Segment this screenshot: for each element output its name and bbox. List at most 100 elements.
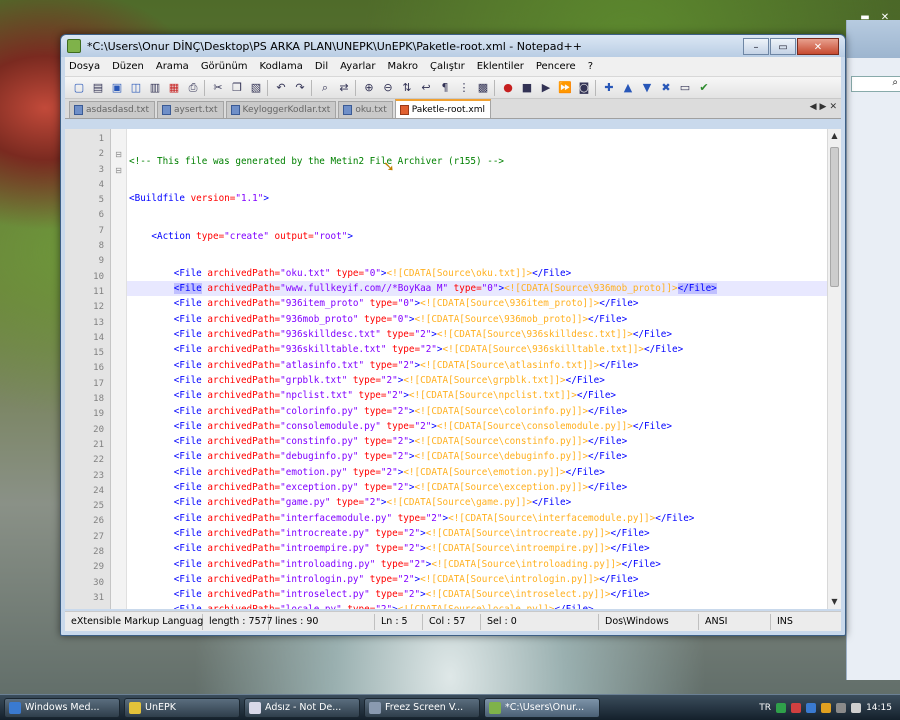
copy-icon[interactable]: ❐	[229, 80, 245, 96]
cut-icon[interactable]: ✂	[210, 80, 226, 96]
tab-paketle-root[interactable]: Paketle-root.xml	[394, 99, 492, 118]
clock[interactable]: 14:15	[866, 703, 892, 713]
xml-tag: <File	[173, 329, 202, 341]
minimize-button[interactable]: –	[743, 37, 769, 55]
mouse-cursor-icon: ➘	[383, 159, 395, 175]
menu-dosya[interactable]: Dosya	[69, 61, 100, 72]
menu-ayarlar[interactable]: Ayarlar	[340, 61, 375, 72]
fold-collapse-icon[interactable]: ⊟	[111, 163, 126, 178]
xml-tag: <File	[173, 512, 202, 524]
language-icon[interactable]: ▩	[475, 80, 491, 96]
xml-attr: type=	[347, 374, 381, 386]
title-bar[interactable]: *C:\Users\Onur DİNÇ\Desktop\PS ARKA PLAN…	[61, 35, 845, 57]
xml-value: "2"	[414, 329, 432, 341]
taskbar-item-unepk[interactable]: UnEPK	[124, 697, 240, 718]
close-button[interactable]: ✕	[797, 37, 839, 55]
tray-app-icon[interactable]	[791, 702, 802, 713]
taskbar-item-notepadpp[interactable]: *C:\Users\Onur...	[484, 697, 600, 718]
sync-scroll-icon[interactable]: ⇅	[399, 80, 415, 96]
tray-app-icon[interactable]	[806, 702, 817, 713]
zoom-out-icon[interactable]: ⊖	[380, 80, 396, 96]
tab-scroll-right-icon[interactable]: ▶	[820, 102, 827, 112]
close-file-icon[interactable]: ▥	[147, 80, 163, 96]
indent-guide-icon[interactable]: ⋮	[456, 80, 472, 96]
undo-icon[interactable]: ↶	[273, 80, 289, 96]
show-all-chars-icon[interactable]: ¶	[437, 80, 453, 96]
move-down-icon[interactable]: ▼	[639, 80, 655, 96]
print-icon[interactable]: ⎙	[185, 80, 201, 96]
tab-aysert[interactable]: aysert.txt	[157, 101, 224, 118]
editor-area[interactable]: 1 2 3 4 5 6 7 8 9 10 11 12 13 14 15 16 17 18 19 20 21 22 23 24 2…	[65, 129, 841, 609]
menu-kodlama[interactable]: Kodlama	[260, 61, 303, 72]
menu-makro[interactable]: Makro	[387, 61, 418, 72]
xml-value: "consolemodule.py"	[280, 420, 381, 432]
menu-gorunum[interactable]: Görünüm	[201, 61, 248, 72]
tab-close-icon[interactable]: ✕	[829, 102, 837, 112]
xml-attr: type=	[190, 230, 225, 242]
xml-attr: archivedPath=	[201, 482, 281, 494]
xml-tag: <File	[173, 390, 202, 402]
menu-calistir[interactable]: Çalıştır	[430, 61, 465, 72]
taskbar-item-freez[interactable]: Freez Screen V...	[364, 697, 480, 718]
network-icon[interactable]	[836, 702, 847, 713]
toolbar: ▢ ▤ ▣ ◫ ▥ ▦ ⎙ ✂ ❐ ▧ ↶ ↷ ⌕ ⇄ ⊕ ⊖ ⇅ ↩ ¶ ⋮ …	[65, 77, 841, 99]
xml-value: "intrologin.py"	[280, 573, 365, 585]
spell-check-icon[interactable]: ✔	[696, 80, 712, 96]
language-indicator[interactable]: TR	[759, 703, 771, 713]
record-macro-icon[interactable]: ●	[500, 80, 516, 96]
tidy-icon[interactable]: ✖	[658, 80, 674, 96]
tab-scroll-left-icon[interactable]: ◀	[810, 102, 817, 112]
line-number: 6	[98, 210, 104, 221]
word-wrap-icon[interactable]: ↩	[418, 80, 434, 96]
xml-value: "2"	[425, 512, 443, 524]
run-macro-multiple-icon[interactable]: ⏩	[557, 80, 573, 96]
fold-collapse-icon[interactable]: ⊟	[111, 147, 126, 162]
menu-arama[interactable]: Arama	[156, 61, 189, 72]
tab-oku[interactable]: oku.txt	[338, 101, 393, 118]
plugin-icon[interactable]: ✚	[601, 80, 617, 96]
save-all-icon[interactable]: ◫	[128, 80, 144, 96]
move-up-icon[interactable]: ▲	[620, 80, 636, 96]
paste-icon[interactable]: ▧	[248, 80, 264, 96]
volume-icon[interactable]	[851, 702, 862, 713]
tray-app-icon[interactable]	[776, 702, 787, 713]
fold-margin[interactable]: ⊟ ⊟	[111, 129, 127, 609]
bg-close-icon[interactable]: ✕	[878, 12, 892, 24]
save-icon[interactable]: ▣	[109, 80, 125, 96]
replace-icon[interactable]: ⇄	[336, 80, 352, 96]
tray-app-icon[interactable]	[821, 702, 832, 713]
save-macro-icon[interactable]: ◙	[576, 80, 592, 96]
scroll-thumb[interactable]	[830, 147, 839, 287]
new-file-icon[interactable]: ▢	[71, 80, 87, 96]
scroll-up-icon[interactable]: ▲	[828, 129, 841, 143]
background-search-icon[interactable]: ⌕	[851, 76, 900, 92]
xml-tag: </File>	[599, 359, 639, 371]
close-all-icon[interactable]: ▦	[166, 80, 182, 96]
folder-icon[interactable]: ▭	[677, 80, 693, 96]
taskbar-item-windows-media[interactable]: Windows Med...	[4, 697, 120, 718]
scroll-down-icon[interactable]: ▼	[828, 595, 841, 609]
taskbar-item-notepad[interactable]: Adsız - Not De...	[244, 697, 360, 718]
xml-tag: </File>	[621, 558, 661, 570]
bg-minimize-icon[interactable]: ▬	[858, 12, 872, 24]
stop-macro-icon[interactable]: ■	[519, 80, 535, 96]
menu-dil[interactable]: Dil	[315, 61, 328, 72]
code-text[interactable]: <!-- This file was generated by the Meti…	[127, 129, 827, 609]
maximize-button[interactable]: ▭	[770, 37, 796, 55]
xml-attr: archivedPath=	[201, 512, 281, 524]
menu-pencere[interactable]: Pencere	[536, 61, 576, 72]
zoom-in-icon[interactable]: ⊕	[361, 80, 377, 96]
tab-asdasdasd[interactable]: asdasdasd.txt	[69, 101, 155, 118]
menu-eklentiler[interactable]: Eklentiler	[477, 61, 524, 72]
tab-keyloggerkodlar[interactable]: KeyloggerKodlar.txt	[225, 101, 337, 118]
find-icon[interactable]: ⌕	[317, 80, 333, 96]
xml-tag: <File	[173, 543, 202, 555]
redo-icon[interactable]: ↷	[292, 80, 308, 96]
menu-help[interactable]: ?	[588, 61, 593, 72]
menu-duzen[interactable]: Düzen	[112, 61, 144, 72]
open-file-icon[interactable]: ▤	[90, 80, 106, 96]
xml-tag: </File>	[588, 451, 628, 463]
play-macro-icon[interactable]: ▶	[538, 80, 554, 96]
line-number: 29	[93, 562, 104, 573]
vertical-scrollbar[interactable]: ▲ ▼	[827, 129, 841, 609]
